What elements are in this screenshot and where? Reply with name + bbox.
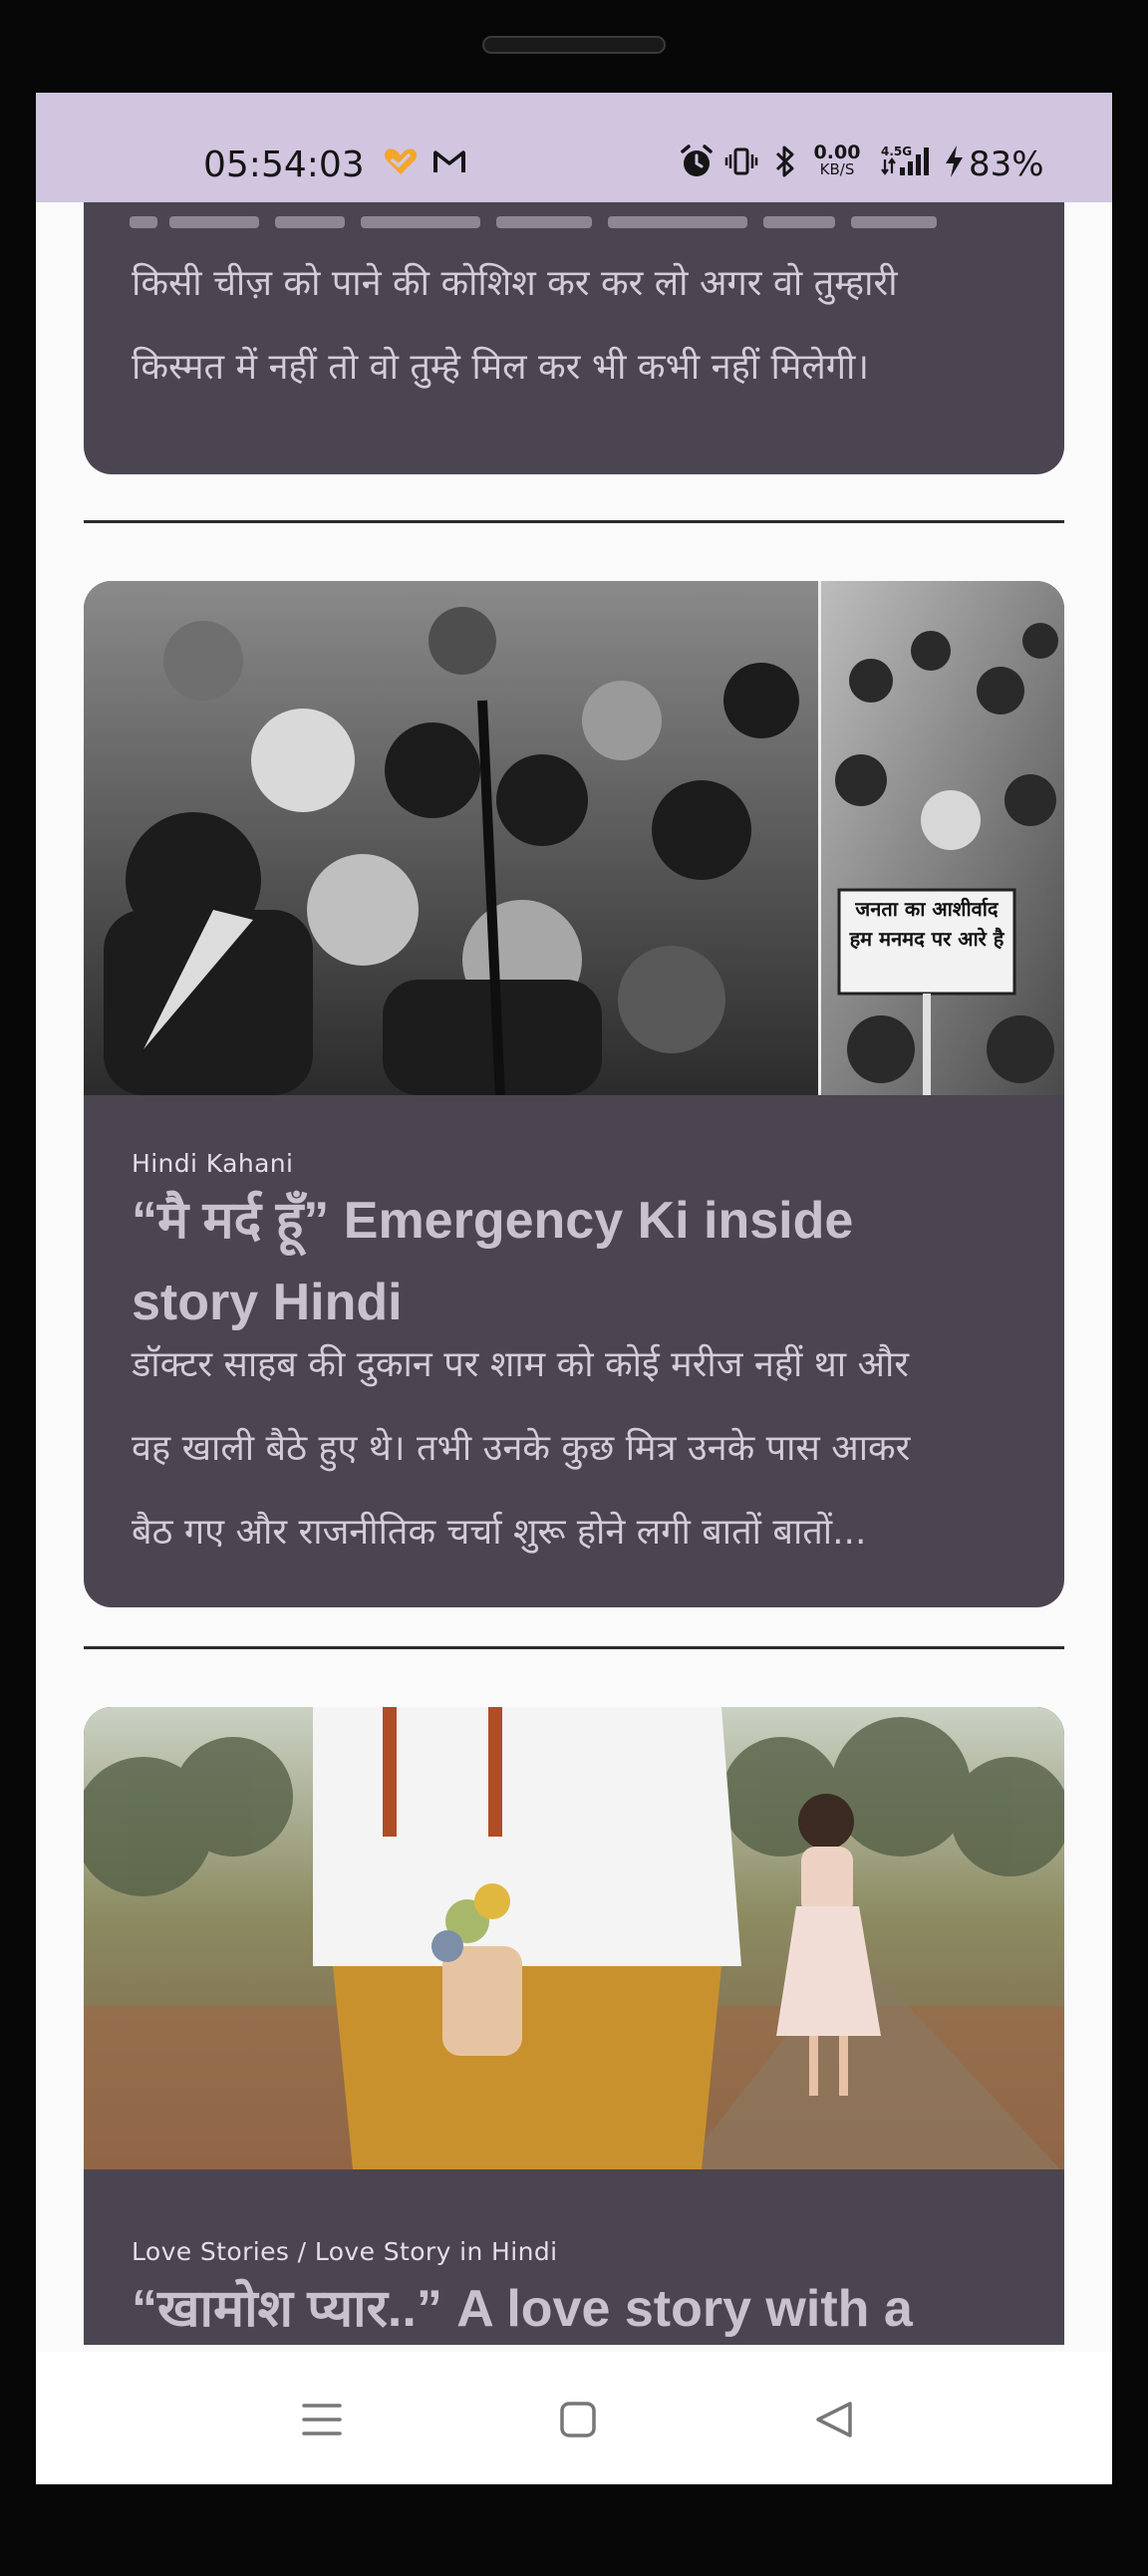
status-time: 05:54:03	[203, 144, 365, 185]
article-card-2-category[interactable]: Hindi Kahani	[132, 1149, 1016, 1178]
article-card-2-image[interactable]: जनता का आशीर्वाद हम मनमद पर आरे है	[84, 581, 1064, 1095]
heart-check-icon	[381, 143, 421, 180]
article-card-3-category[interactable]: Love Stories / Love Story in Hindi	[132, 2237, 1016, 2266]
navigation-bar	[36, 2352, 1112, 2484]
divider	[84, 520, 1064, 523]
article-card-3[interactable]: Love Stories / Love Story in Hindi “खामो…	[84, 1707, 1064, 2345]
article-card-2-title-line-1[interactable]: “मै मर्द हूँ” Emergency Ki inside	[132, 1180, 1016, 1262]
article-card-3-image[interactable]	[84, 1707, 1064, 2169]
network-speed: 0.00 KB/S	[809, 142, 865, 178]
article-card-2[interactable]: जनता का आशीर्वाद हम मनमद पर आरे है Hindi…	[84, 581, 1064, 1607]
charging-icon	[941, 143, 967, 180]
vibrate-icon	[723, 143, 759, 180]
article-card-1[interactable]: किसी चीज़ को पाने की कोशिश कर कर लो अगर …	[84, 202, 1064, 474]
article-card-1-excerpt-line-2: किस्मत में नहीं तो वो तुम्हे मिल कर भी क…	[132, 347, 870, 388]
phone-screen: 05:54:03 0.00 KB/S 4.5G 83% किसी चीज़ को…	[36, 93, 1112, 2484]
protest-sign-text: जनता का आशीर्वाद हम मनमद पर आरे है	[849, 897, 1004, 951]
battery-level: 83%	[969, 144, 1044, 184]
divider	[84, 1646, 1064, 1649]
article-card-3-title-line-1[interactable]: “खामोश प्यार..” A love story with a	[132, 2268, 1016, 2345]
article-card-2-excerpt-line-3: बैठ गए और राजनीतिक चर्चा शुरू होने लगी ब…	[132, 1512, 867, 1553]
bluetooth-icon	[769, 143, 801, 180]
article-feed[interactable]: किसी चीज़ को पाने की कोशिश कर कर लो अगर …	[36, 202, 1112, 2345]
network-speed-value: 0.00	[813, 142, 861, 163]
alarm-icon	[677, 143, 717, 180]
network-type-label: 4.5G	[881, 144, 912, 158]
home-icon[interactable]	[548, 2390, 608, 2449]
signal-icon: 4.5G	[879, 143, 937, 180]
gmail-icon	[430, 143, 469, 180]
article-card-1-excerpt-line-1: किसी चीज़ को पाने की कोशिश कर कर लो अगर …	[132, 263, 898, 304]
earpiece-speaker	[482, 36, 666, 54]
status-bar: 05:54:03 0.00 KB/S 4.5G 83%	[36, 93, 1112, 202]
network-speed-unit: KB/S	[819, 160, 855, 178]
menu-icon[interactable]	[292, 2390, 352, 2449]
article-card-1-clipped-text	[130, 216, 937, 228]
article-card-2-excerpt-line-2: वह खाली बैठे हुए थे। तभी उनके कुछ मित्र …	[132, 1428, 911, 1469]
back-icon[interactable]	[804, 2390, 864, 2449]
article-card-2-excerpt-line-1: डॉक्टर साहब की दुकान पर शाम को कोई मरीज …	[132, 1344, 910, 1385]
